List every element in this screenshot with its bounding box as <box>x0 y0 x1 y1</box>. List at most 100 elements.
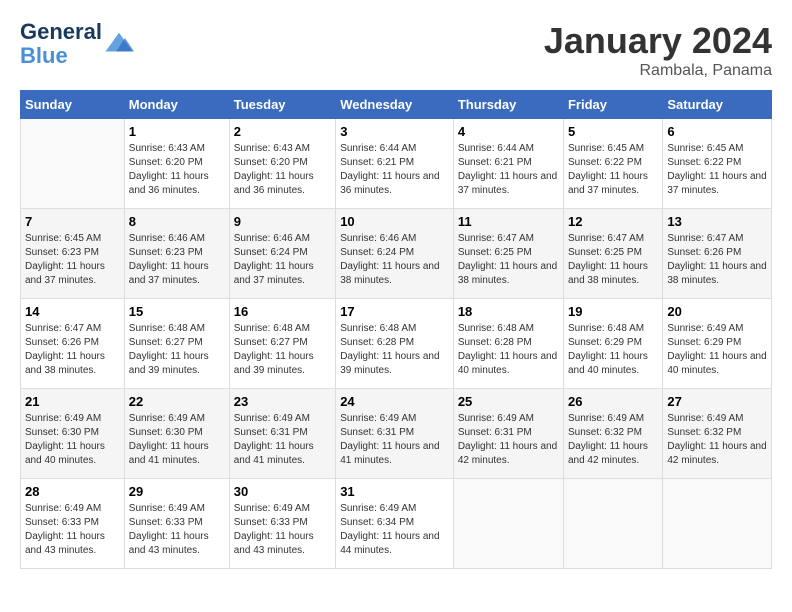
sunrise-text: Sunrise: 6:47 AM <box>25 323 101 334</box>
day-info: Sunrise: 6:48 AM Sunset: 6:28 PM Dayligh… <box>340 322 449 378</box>
day-info: Sunrise: 6:49 AM Sunset: 6:33 PM Dayligh… <box>129 502 225 558</box>
daylight-text: Daylight: 11 hours and 38 minutes. <box>568 261 648 286</box>
sunset-text: Sunset: 6:26 PM <box>25 337 99 348</box>
day-number: 16 <box>234 304 331 319</box>
table-row: 26 Sunrise: 6:49 AM Sunset: 6:32 PM Dayl… <box>563 389 662 479</box>
day-info: Sunrise: 6:47 AM Sunset: 6:26 PM Dayligh… <box>25 322 120 378</box>
day-info: Sunrise: 6:49 AM Sunset: 6:31 PM Dayligh… <box>458 412 559 468</box>
daylight-text: Daylight: 11 hours and 36 minutes. <box>234 171 314 196</box>
daylight-text: Daylight: 11 hours and 41 minutes. <box>340 441 439 466</box>
daylight-text: Daylight: 11 hours and 36 minutes. <box>340 171 439 196</box>
day-info: Sunrise: 6:43 AM Sunset: 6:20 PM Dayligh… <box>234 142 331 198</box>
day-number: 14 <box>25 304 120 319</box>
sunrise-text: Sunrise: 6:49 AM <box>340 503 416 514</box>
sunset-text: Sunset: 6:32 PM <box>667 427 741 438</box>
day-number: 6 <box>667 124 767 139</box>
daylight-text: Daylight: 11 hours and 44 minutes. <box>340 531 439 556</box>
day-info: Sunrise: 6:49 AM Sunset: 6:32 PM Dayligh… <box>667 412 767 468</box>
daylight-text: Daylight: 11 hours and 40 minutes. <box>568 351 648 376</box>
table-row: 24 Sunrise: 6:49 AM Sunset: 6:31 PM Dayl… <box>336 389 454 479</box>
sunset-text: Sunset: 6:25 PM <box>458 247 532 258</box>
sunset-text: Sunset: 6:20 PM <box>234 157 308 168</box>
day-number: 19 <box>568 304 658 319</box>
sunset-text: Sunset: 6:21 PM <box>340 157 414 168</box>
col-tuesday: Tuesday <box>229 91 335 119</box>
sunset-text: Sunset: 6:33 PM <box>129 517 203 528</box>
table-row: 1 Sunrise: 6:43 AM Sunset: 6:20 PM Dayli… <box>124 119 229 209</box>
calendar-week-row: 21 Sunrise: 6:49 AM Sunset: 6:30 PM Dayl… <box>21 389 772 479</box>
sunset-text: Sunset: 6:29 PM <box>568 337 642 348</box>
sunrise-text: Sunrise: 6:49 AM <box>458 413 534 424</box>
sunset-text: Sunset: 6:21 PM <box>458 157 532 168</box>
table-row: 22 Sunrise: 6:49 AM Sunset: 6:30 PM Dayl… <box>124 389 229 479</box>
calendar-week-row: 7 Sunrise: 6:45 AM Sunset: 6:23 PM Dayli… <box>21 209 772 299</box>
location-subtitle: Rambala, Panama <box>544 62 772 80</box>
day-number: 11 <box>458 214 559 229</box>
sunset-text: Sunset: 6:23 PM <box>25 247 99 258</box>
table-row: 27 Sunrise: 6:49 AM Sunset: 6:32 PM Dayl… <box>663 389 772 479</box>
day-info: Sunrise: 6:46 AM Sunset: 6:24 PM Dayligh… <box>234 232 331 288</box>
table-row: 12 Sunrise: 6:47 AM Sunset: 6:25 PM Dayl… <box>563 209 662 299</box>
table-row: 19 Sunrise: 6:48 AM Sunset: 6:29 PM Dayl… <box>563 299 662 389</box>
sunrise-text: Sunrise: 6:43 AM <box>234 143 310 154</box>
table-row <box>663 479 772 569</box>
daylight-text: Daylight: 11 hours and 36 minutes. <box>129 171 209 196</box>
day-info: Sunrise: 6:49 AM Sunset: 6:30 PM Dayligh… <box>25 412 120 468</box>
day-number: 12 <box>568 214 658 229</box>
sunrise-text: Sunrise: 6:48 AM <box>568 323 644 334</box>
sunset-text: Sunset: 6:26 PM <box>667 247 741 258</box>
day-number: 22 <box>129 394 225 409</box>
table-row: 6 Sunrise: 6:45 AM Sunset: 6:22 PM Dayli… <box>663 119 772 209</box>
sunrise-text: Sunrise: 6:47 AM <box>458 233 534 244</box>
col-friday: Friday <box>563 91 662 119</box>
day-info: Sunrise: 6:45 AM Sunset: 6:22 PM Dayligh… <box>667 142 767 198</box>
daylight-text: Daylight: 11 hours and 40 minutes. <box>25 441 105 466</box>
logo-text: GeneralBlue <box>20 20 102 68</box>
sunset-text: Sunset: 6:22 PM <box>667 157 741 168</box>
day-number: 1 <box>129 124 225 139</box>
day-info: Sunrise: 6:48 AM Sunset: 6:29 PM Dayligh… <box>568 322 658 378</box>
day-info: Sunrise: 6:44 AM Sunset: 6:21 PM Dayligh… <box>340 142 449 198</box>
table-row: 25 Sunrise: 6:49 AM Sunset: 6:31 PM Dayl… <box>453 389 563 479</box>
sunset-text: Sunset: 6:30 PM <box>25 427 99 438</box>
sunrise-text: Sunrise: 6:45 AM <box>667 143 743 154</box>
daylight-text: Daylight: 11 hours and 41 minutes. <box>129 441 209 466</box>
day-number: 31 <box>340 484 449 499</box>
daylight-text: Daylight: 11 hours and 37 minutes. <box>568 171 648 196</box>
table-row: 28 Sunrise: 6:49 AM Sunset: 6:33 PM Dayl… <box>21 479 125 569</box>
sunset-text: Sunset: 6:32 PM <box>568 427 642 438</box>
day-number: 10 <box>340 214 449 229</box>
sunset-text: Sunset: 6:34 PM <box>340 517 414 528</box>
day-info: Sunrise: 6:48 AM Sunset: 6:27 PM Dayligh… <box>129 322 225 378</box>
day-number: 17 <box>340 304 449 319</box>
sunrise-text: Sunrise: 6:48 AM <box>234 323 310 334</box>
table-row: 30 Sunrise: 6:49 AM Sunset: 6:33 PM Dayl… <box>229 479 335 569</box>
day-number: 28 <box>25 484 120 499</box>
sunset-text: Sunset: 6:31 PM <box>234 427 308 438</box>
sunset-text: Sunset: 6:33 PM <box>25 517 99 528</box>
sunset-text: Sunset: 6:28 PM <box>340 337 414 348</box>
calendar-week-row: 28 Sunrise: 6:49 AM Sunset: 6:33 PM Dayl… <box>21 479 772 569</box>
sunrise-text: Sunrise: 6:49 AM <box>25 503 101 514</box>
day-number: 29 <box>129 484 225 499</box>
daylight-text: Daylight: 11 hours and 39 minutes. <box>234 351 314 376</box>
daylight-text: Daylight: 11 hours and 42 minutes. <box>667 441 766 466</box>
sunrise-text: Sunrise: 6:49 AM <box>568 413 644 424</box>
day-number: 20 <box>667 304 767 319</box>
title-block: January 2024 Rambala, Panama <box>544 20 772 80</box>
table-row <box>563 479 662 569</box>
sunrise-text: Sunrise: 6:49 AM <box>667 413 743 424</box>
sunrise-text: Sunrise: 6:49 AM <box>25 413 101 424</box>
day-info: Sunrise: 6:49 AM Sunset: 6:29 PM Dayligh… <box>667 322 767 378</box>
daylight-text: Daylight: 11 hours and 39 minutes. <box>340 351 439 376</box>
day-number: 27 <box>667 394 767 409</box>
sunrise-text: Sunrise: 6:46 AM <box>340 233 416 244</box>
sunset-text: Sunset: 6:31 PM <box>340 427 414 438</box>
table-row: 8 Sunrise: 6:46 AM Sunset: 6:23 PM Dayli… <box>124 209 229 299</box>
sunset-text: Sunset: 6:27 PM <box>129 337 203 348</box>
table-row: 5 Sunrise: 6:45 AM Sunset: 6:22 PM Dayli… <box>563 119 662 209</box>
day-number: 9 <box>234 214 331 229</box>
daylight-text: Daylight: 11 hours and 43 minutes. <box>25 531 105 556</box>
sunset-text: Sunset: 6:28 PM <box>458 337 532 348</box>
day-info: Sunrise: 6:48 AM Sunset: 6:28 PM Dayligh… <box>458 322 559 378</box>
